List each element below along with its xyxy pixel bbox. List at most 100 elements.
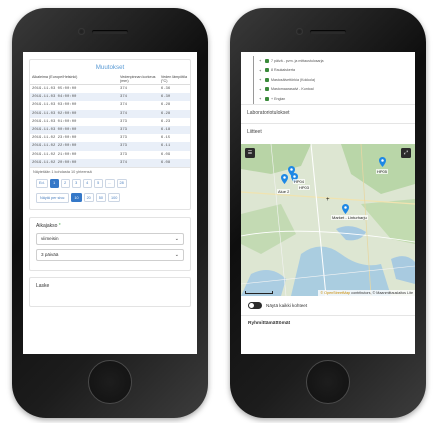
cell-temp: 6.30 xyxy=(158,93,190,102)
tree-item[interactable]: +7 päivä - pvm. ja mittaustulosarja xyxy=(253,56,407,66)
per-page-selector: Näytä per sivu: 10 20 50 100 xyxy=(30,191,190,209)
chevron-down-icon: ⌄ xyxy=(174,235,179,242)
expand-icon[interactable]: + xyxy=(259,77,263,82)
expand-icon[interactable]: + xyxy=(259,87,263,92)
per-page-50[interactable]: 50 xyxy=(95,193,107,203)
layers-button[interactable]: ☰ xyxy=(245,147,255,158)
cell-timestamp: 2019-11-03 03:00:00 xyxy=(32,103,77,108)
cell-timestamp: 2019-11-03 04:00:00 xyxy=(30,93,118,102)
cell-level: 374 xyxy=(118,93,159,102)
col-header-timestamp[interactable]: Aikaleima (Europe/Helsinki) xyxy=(30,74,118,85)
tree-line xyxy=(253,56,254,66)
table-row: 2019-11-02 23:00:00 373 6.15 xyxy=(30,134,190,142)
cell-timestamp: 2019-11-02 23:00:00 xyxy=(32,136,77,141)
page-2[interactable]: 2 xyxy=(60,178,70,188)
page-prev[interactable]: Ed. xyxy=(36,178,48,188)
cell-timestamp: 2019-11-02 22:00:00 xyxy=(30,142,118,151)
page-4[interactable]: 4 xyxy=(82,178,92,188)
calc-section: Laske xyxy=(29,276,191,307)
cell-timestamp: 2019-11-03 02:00:00 xyxy=(30,109,118,118)
col-header-level[interactable]: Vedenpinnan korkeus (mm) xyxy=(118,74,159,85)
pin-label: HP03 xyxy=(298,184,311,190)
cell-level: 374 xyxy=(118,109,159,118)
col-header-temp[interactable]: Veden lämpötila (°C) xyxy=(158,74,190,85)
attribution-lite: Lite xyxy=(407,290,413,295)
home-button[interactable] xyxy=(88,360,132,404)
folder-icon xyxy=(265,68,269,73)
screen-left: Muutokset Aikaleima (Europe/Helsinki) Ve… xyxy=(23,52,197,354)
page-5[interactable]: 5 xyxy=(93,178,103,188)
chevron-down-icon: ⌄ xyxy=(174,251,179,258)
map-marker-icon[interactable] xyxy=(379,156,386,167)
tree-item-label: 7 päivä - pvm. ja mittaustulosarja xyxy=(271,58,324,63)
tree-line xyxy=(253,65,254,75)
tree-item[interactable]: + Mastosälvettörkia (Kokkola) xyxy=(253,75,407,85)
per-page-label: Näytä per sivu: xyxy=(36,192,70,203)
pin-label: HP04 xyxy=(293,178,306,184)
tree-item[interactable]: +8 Raukaiskerta xyxy=(253,65,407,75)
expand-icon[interactable]: + xyxy=(259,58,263,63)
folder-icon xyxy=(265,77,269,82)
tree-item-label: 8 Raukaiskerta xyxy=(271,68,295,73)
tree-item-label: Mastosälvettörkia (Kokkola) xyxy=(271,77,316,82)
table-row: 2019-11-03 04:00:00 374 6.30 xyxy=(30,93,190,102)
cell-temp: 6.09 xyxy=(160,152,171,157)
per-page-100[interactable]: 100 xyxy=(108,193,121,203)
pin-label: Market - Linturharju xyxy=(331,214,368,220)
map-tiles xyxy=(241,143,415,296)
per-page-10[interactable]: 10 xyxy=(71,193,82,203)
attribution-text: contributors, © Maanmittauslaitos xyxy=(351,290,407,295)
tree-item[interactable]: + Mastomaarasalvi - Kuntoal xyxy=(253,84,407,94)
page-last[interactable]: 28 xyxy=(116,178,127,188)
cell-level: 373 xyxy=(118,125,159,135)
home-button[interactable] xyxy=(306,360,350,404)
osm-link[interactable]: © OpenStreetMap xyxy=(320,291,350,295)
cell-timestamp: 2019-11-02 20:00:00 xyxy=(30,158,118,167)
tree-item-label: + Englan xyxy=(271,96,286,101)
cell-temp: 6.36 xyxy=(160,87,171,92)
crosshair-icon: + xyxy=(326,196,330,203)
tree-item[interactable]: + + Englan xyxy=(253,94,407,104)
two-phone-mockup: Muutokset Aikaleima (Europe/Helsinki) Ve… xyxy=(0,0,438,423)
cell-temp: 6.23 xyxy=(160,119,171,124)
camera xyxy=(78,28,85,35)
card-title: Muutokset xyxy=(95,64,125,71)
period-length-select[interactable]: 3 päivää ⌄ xyxy=(36,248,184,261)
page-3[interactable]: 3 xyxy=(71,178,81,188)
period-length-value: 3 päivää xyxy=(41,252,59,258)
show-all-label: Näytä kaikki kohteet xyxy=(266,302,308,308)
fullscreen-icon[interactable]: ⤢ xyxy=(401,147,411,158)
page-1[interactable]: 1 xyxy=(49,178,59,188)
measurement-table: Aikaleima (Europe/Helsinki) Vedenpinnan … xyxy=(30,74,190,167)
phone-right: +7 päivä - pvm. ja mittaustulosarja +8 R… xyxy=(230,8,426,418)
ungrouped-header[interactable]: Ryhmittämättömät xyxy=(241,314,415,331)
period-select[interactable]: viimeisin ⌄ xyxy=(36,232,184,245)
cell-timestamp: 2019-11-03 00:00:00 xyxy=(30,125,118,135)
lab-results-row[interactable]: Laboratoriotulokset xyxy=(241,103,415,123)
show-all-toggle[interactable] xyxy=(248,301,262,309)
expand-icon[interactable]: + xyxy=(259,96,263,101)
cell-timestamp: 2019-11-02 21:00:00 xyxy=(32,152,77,157)
cell-level: 374 xyxy=(120,103,128,108)
cell-level: 374 xyxy=(120,87,128,92)
required-star: * xyxy=(58,222,61,229)
tree-line xyxy=(253,75,254,85)
tree-line xyxy=(253,94,254,104)
cell-temp: 6.28 xyxy=(158,109,190,118)
showing-info: Näytetään 1 kohdasta 10 yhteensä xyxy=(30,166,190,176)
camera xyxy=(296,28,303,35)
map-marker-icon[interactable] xyxy=(281,173,288,184)
calc-title: Laske xyxy=(36,282,50,289)
tree-line xyxy=(253,84,254,94)
cell-level: 373 xyxy=(118,142,159,151)
per-page-20[interactable]: 20 xyxy=(83,193,94,203)
table-row: 2019-11-02 22:00:00 373 6.11 xyxy=(30,142,190,151)
attachments-row[interactable]: Liitteet xyxy=(241,122,415,142)
map-view[interactable]: ☰ ⤢ HP04 HP03 HP05 Alue 2 Market - Lintu… xyxy=(241,143,415,296)
page-ellipsis: … xyxy=(104,178,115,188)
map-marker-icon[interactable] xyxy=(342,203,349,214)
expand-icon[interactable]: + xyxy=(259,68,263,73)
table-row: 2019-11-03 05:00:00 374 6.36 xyxy=(30,85,190,94)
table-row: 2019-11-03 00:00:00 373 6.18 xyxy=(30,125,190,135)
cell-temp: 6.15 xyxy=(160,136,171,141)
